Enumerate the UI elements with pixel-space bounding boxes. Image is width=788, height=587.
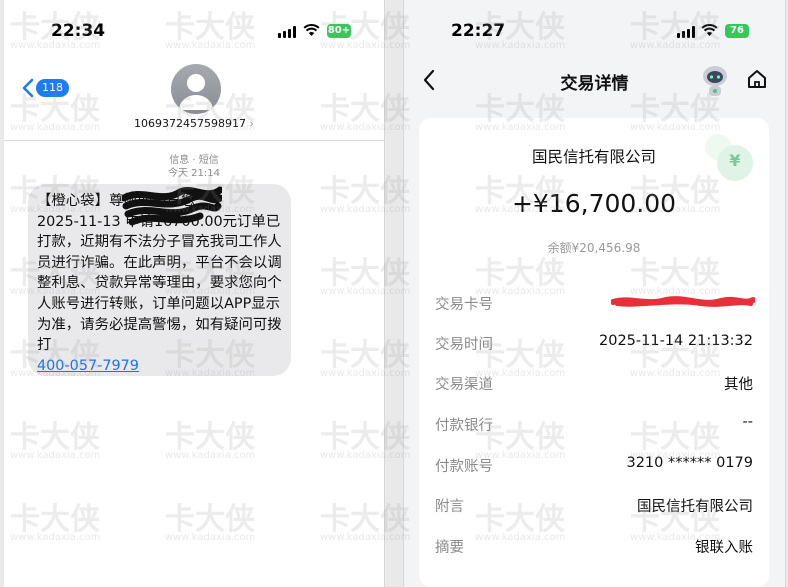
detail-label: 付款银行 xyxy=(435,418,493,434)
detail-value: 国民信托有限公司 xyxy=(637,499,753,515)
chevron-right-icon: › xyxy=(249,117,254,130)
detail-row-payer-bank: 付款银行 -- xyxy=(419,414,769,434)
unread-count-badge: 118 xyxy=(36,79,69,97)
detail-value: 其他 xyxy=(724,377,753,393)
account-balance: 余额¥20,456.98 xyxy=(547,241,641,255)
detail-label: 交易渠道 xyxy=(435,377,493,393)
detail-value: 3210 ****** 0179 xyxy=(626,455,753,471)
chevron-left-icon xyxy=(22,78,34,98)
detail-row-remark: 附言 国民信托有限公司 xyxy=(419,495,769,515)
phone-number-link[interactable]: 400-057-7979 xyxy=(37,358,139,374)
detail-row-summary: 摘要 银联入账 xyxy=(419,536,769,556)
cellular-signal-icon xyxy=(278,26,298,38)
transaction-card: ¥ 国民信托有限公司 +¥16,700.00 余额¥20,456.98 交易卡号… xyxy=(419,118,769,587)
redaction-scribble xyxy=(122,186,222,226)
status-time: 22:27 xyxy=(451,21,506,41)
sender-number[interactable]: 1069372457598917 › xyxy=(4,117,384,130)
person-icon xyxy=(179,74,213,110)
detail-value: 银联入账 xyxy=(695,540,753,556)
assistant-robot-icon[interactable] xyxy=(700,64,730,98)
status-time: 22:34 xyxy=(51,21,106,41)
detail-row-channel: 交易渠道 其他 xyxy=(419,373,769,393)
detail-row-time: 交易时间 2025-11-14 21:13:32 xyxy=(419,333,769,353)
transaction-amount: +¥16,700.00 xyxy=(511,189,677,218)
wifi-icon xyxy=(303,23,320,36)
detail-label: 摘要 xyxy=(435,540,464,556)
cellular-signal-icon xyxy=(677,26,697,38)
message-timestamp: 今天 21:14 xyxy=(168,168,220,179)
detail-value: 2025-11-14 21:13:32 xyxy=(599,333,753,349)
bank-app-screen: 22:27 76 交易详情 ¥ 国民信托有限公司 +¥16,700.00 余额¥… xyxy=(403,0,786,587)
sms-screen: 22:34 80+ 118 1069372457598917 › 信息 · 短信… xyxy=(4,0,385,587)
message-bubble[interactable]: 【橙心袋】尊敬的用户您 2025-11-13 申请16700.00元订单已打款，… xyxy=(28,184,291,376)
detail-value: -- xyxy=(742,414,753,430)
payee-name: 国民信托有限公司 xyxy=(531,148,656,166)
detail-label: 附言 xyxy=(435,499,464,515)
detail-row-card-number: 交易卡号 xyxy=(419,293,769,313)
detail-row-payer-account: 付款账号 3210 ****** 0179 xyxy=(419,455,769,475)
wifi-icon xyxy=(701,23,718,36)
header-divider xyxy=(4,140,384,141)
home-icon[interactable] xyxy=(746,68,768,90)
detail-label: 交易时间 xyxy=(435,337,493,353)
contact-avatar[interactable] xyxy=(171,64,221,114)
back-button[interactable]: 118 xyxy=(20,77,69,99)
battery-indicator: 76 xyxy=(725,24,749,38)
detail-label: 交易卡号 xyxy=(435,297,493,313)
redacted-card-number xyxy=(611,296,755,307)
sender-number-text: 1069372457598917 xyxy=(134,117,247,130)
detail-label: 付款账号 xyxy=(435,459,493,475)
battery-indicator: 80+ xyxy=(327,24,351,38)
